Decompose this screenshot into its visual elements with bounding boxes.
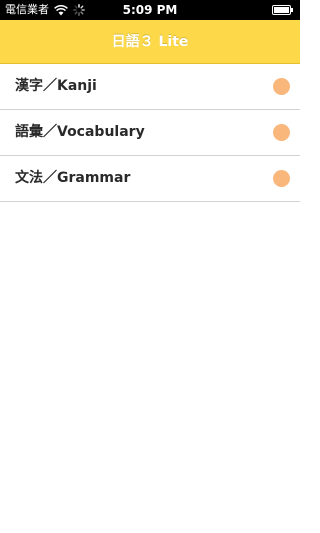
status-time: 5:09 PM: [122, 3, 178, 17]
list-item-vocabulary[interactable]: 語彙／Vocabulary: [0, 110, 300, 156]
list-item-grammar[interactable]: 文法／Grammar: [0, 156, 300, 202]
list-item-kanji[interactable]: 漢字／Kanji: [0, 64, 300, 110]
status-dot-icon: [273, 124, 290, 141]
list-item-label: 語彙／Vocabulary: [15, 124, 145, 140]
status-dot-icon: [273, 78, 290, 95]
status-dot-icon: [273, 170, 290, 187]
list-item-label: 漢字／Kanji: [15, 78, 97, 94]
battery-icon: [272, 5, 294, 15]
menu-list: 漢字／Kanji 語彙／Vocabulary 文法／Grammar: [0, 64, 300, 202]
list-item-label: 文法／Grammar: [15, 170, 131, 186]
navigation-bar: 日語３ Lite: [0, 20, 300, 64]
status-bar: 電信業者 5:09 PM: [0, 0, 300, 20]
nav-title: 日語３ Lite: [111, 34, 189, 50]
